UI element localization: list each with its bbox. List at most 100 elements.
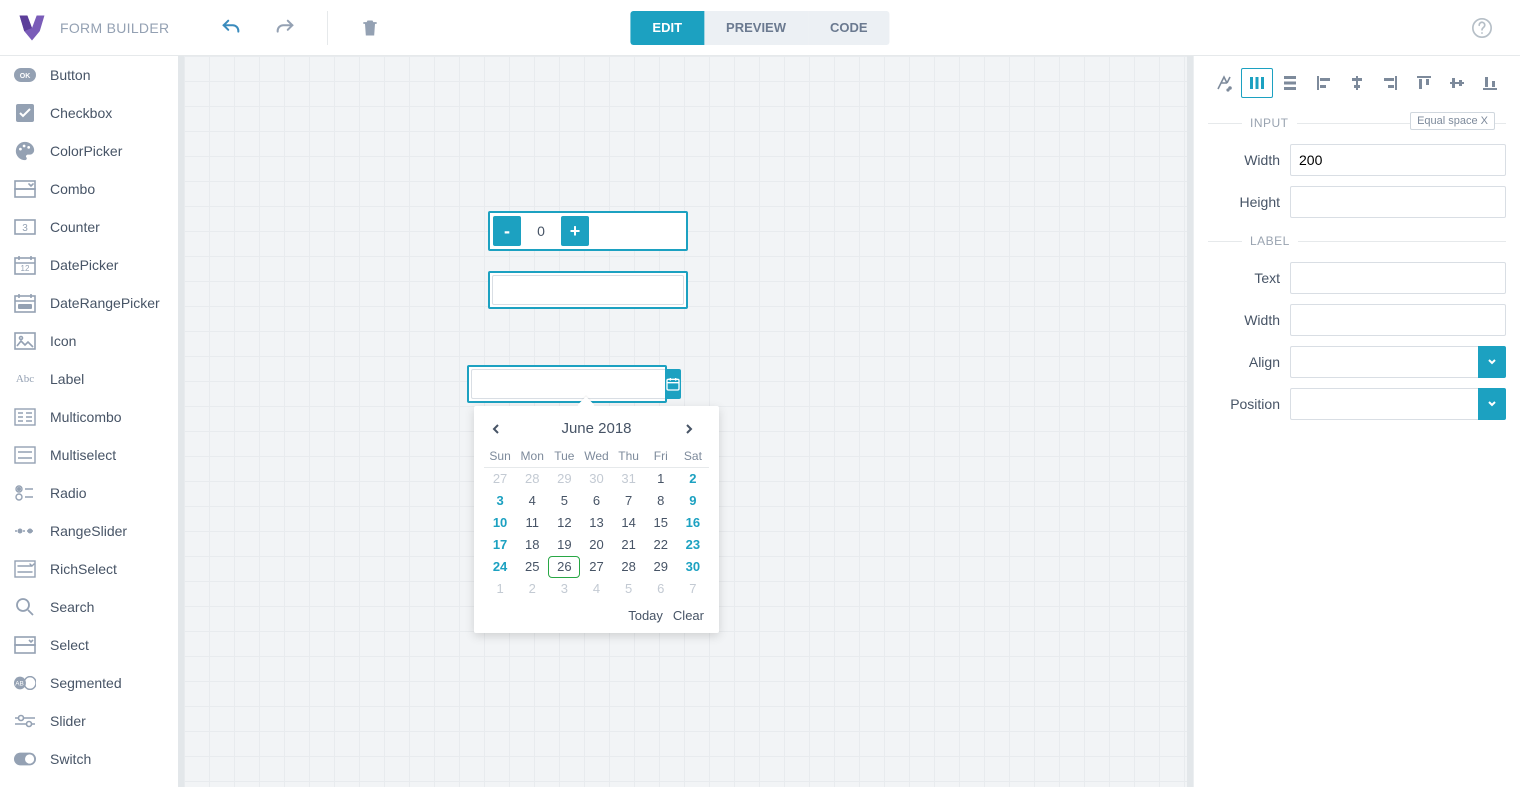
tab-code[interactable]: CODE: [808, 11, 890, 45]
help-button[interactable]: [1464, 10, 1500, 46]
text-input[interactable]: [492, 275, 684, 305]
label-width-input[interactable]: [1290, 304, 1506, 336]
sidebar-item-multiselect[interactable]: Multiselect: [0, 436, 178, 474]
sidebar-item-counter[interactable]: 3Counter: [0, 208, 178, 246]
calendar-day[interactable]: 19: [548, 534, 580, 556]
calendar-day[interactable]: 6: [580, 490, 612, 512]
sidebar-item-rangeslider[interactable]: RangeSlider: [0, 512, 178, 550]
align-select[interactable]: [1290, 346, 1478, 378]
calendar-prev-button[interactable]: [490, 423, 510, 435]
calendar-day[interactable]: 8: [645, 490, 677, 512]
sidebar-item-richselect[interactable]: RichSelect: [0, 550, 178, 588]
calendar-day[interactable]: 30: [580, 468, 612, 490]
calendar-day[interactable]: 22: [645, 534, 677, 556]
sidebar-item-slider[interactable]: Slider: [0, 702, 178, 740]
tab-edit[interactable]: EDIT: [630, 11, 704, 45]
calendar-day[interactable]: 23: [677, 534, 709, 556]
calendar-day[interactable]: 13: [580, 512, 612, 534]
svg-text:12: 12: [21, 264, 30, 273]
calendar-day[interactable]: 6: [645, 578, 677, 600]
align-dropdown-button[interactable]: [1478, 346, 1506, 378]
sidebar-item-colorpicker[interactable]: ColorPicker: [0, 132, 178, 170]
align-center-h-button[interactable]: [1341, 68, 1372, 98]
widget-counter[interactable]: - 0 +: [488, 211, 688, 251]
label-text-input[interactable]: [1290, 262, 1506, 294]
calendar-day[interactable]: 11: [516, 512, 548, 534]
calendar-day[interactable]: 28: [613, 556, 645, 578]
align-bottom-button[interactable]: [1475, 68, 1506, 98]
align-right-button[interactable]: [1375, 68, 1406, 98]
position-dropdown-button[interactable]: [1478, 388, 1506, 420]
sidebar-item-multicombo[interactable]: Multicombo: [0, 398, 178, 436]
sidebar-item-checkbox[interactable]: Checkbox: [0, 94, 178, 132]
sidebar-item-button[interactable]: OKButton: [0, 56, 178, 94]
undo-button[interactable]: [213, 10, 249, 46]
align-left-button[interactable]: [1308, 68, 1339, 98]
calendar-day[interactable]: 7: [613, 490, 645, 512]
redo-button[interactable]: [267, 10, 303, 46]
calendar-day[interactable]: 17: [484, 534, 516, 556]
width-input[interactable]: [1290, 144, 1506, 176]
counter-plus-button[interactable]: +: [561, 216, 589, 246]
sidebar-item-select[interactable]: Select: [0, 626, 178, 664]
height-input[interactable]: [1290, 186, 1506, 218]
calendar-day[interactable]: 29: [645, 556, 677, 578]
date-open-button[interactable]: [665, 369, 681, 399]
calendar-day[interactable]: 15: [645, 512, 677, 534]
sidebar-item-daterangepicker[interactable]: DateRangePicker: [0, 284, 178, 322]
align-center-v-button[interactable]: [1441, 68, 1472, 98]
calendar-day[interactable]: 3: [484, 490, 516, 512]
equal-space-x-button[interactable]: [1241, 68, 1272, 98]
calendar-next-button[interactable]: [683, 423, 703, 435]
calendar-day[interactable]: 27: [484, 468, 516, 490]
calendar-today-button[interactable]: Today: [628, 608, 663, 623]
calendar-day[interactable]: 27: [580, 556, 612, 578]
tab-preview[interactable]: PREVIEW: [704, 11, 808, 45]
calendar-day[interactable]: 25: [516, 556, 548, 578]
calendar-day[interactable]: 14: [613, 512, 645, 534]
calendar-day[interactable]: 31: [613, 468, 645, 490]
sidebar-item-combo[interactable]: Combo: [0, 170, 178, 208]
calendar-title[interactable]: June 2018: [561, 420, 631, 437]
calendar-day[interactable]: 3: [548, 578, 580, 600]
calendar-day[interactable]: 26: [548, 556, 580, 578]
calendar-day[interactable]: 12: [548, 512, 580, 534]
sidebar-item-radio[interactable]: Radio: [0, 474, 178, 512]
calendar-day[interactable]: 7: [677, 578, 709, 600]
calendar-day[interactable]: 28: [516, 468, 548, 490]
calendar-day[interactable]: 4: [516, 490, 548, 512]
calendar-day[interactable]: 9: [677, 490, 709, 512]
align-top-button[interactable]: [1408, 68, 1439, 98]
calendar-day[interactable]: 1: [484, 578, 516, 600]
calendar-day[interactable]: 16: [677, 512, 709, 534]
calendar-clear-button[interactable]: Clear: [673, 608, 704, 623]
sidebar-item-tabbar[interactable]: 123Tabbar: [0, 778, 178, 787]
widget-text[interactable]: [488, 271, 688, 309]
calendar-day[interactable]: 2: [516, 578, 548, 600]
calendar-day[interactable]: 30: [677, 556, 709, 578]
sidebar-item-datepicker[interactable]: 12DatePicker: [0, 246, 178, 284]
calendar-day[interactable]: 2: [677, 468, 709, 490]
date-input[interactable]: [471, 369, 665, 399]
calendar-day[interactable]: 29: [548, 468, 580, 490]
sidebar-item-segmented[interactable]: ABSegmented: [0, 664, 178, 702]
sidebar-item-switch[interactable]: Switch: [0, 740, 178, 778]
calendar-day[interactable]: 18: [516, 534, 548, 556]
calendar-day[interactable]: 1: [645, 468, 677, 490]
calendar-day[interactable]: 24: [484, 556, 516, 578]
position-select[interactable]: [1290, 388, 1478, 420]
sidebar-item-search[interactable]: Search: [0, 588, 178, 626]
calendar-day[interactable]: 4: [580, 578, 612, 600]
widget-datepicker[interactable]: [467, 365, 667, 403]
delete-button[interactable]: [352, 10, 388, 46]
sidebar-item-label[interactable]: AbcLabel: [0, 360, 178, 398]
calendar-day[interactable]: 20: [580, 534, 612, 556]
sidebar-item-icon[interactable]: Icon: [0, 322, 178, 360]
calendar-day[interactable]: 21: [613, 534, 645, 556]
counter-minus-button[interactable]: -: [493, 216, 521, 246]
equal-space-y-button[interactable]: [1275, 68, 1306, 98]
calendar-day[interactable]: 10: [484, 512, 516, 534]
calendar-day[interactable]: 5: [613, 578, 645, 600]
calendar-day[interactable]: 5: [548, 490, 580, 512]
auto-align-button[interactable]: [1208, 68, 1239, 98]
